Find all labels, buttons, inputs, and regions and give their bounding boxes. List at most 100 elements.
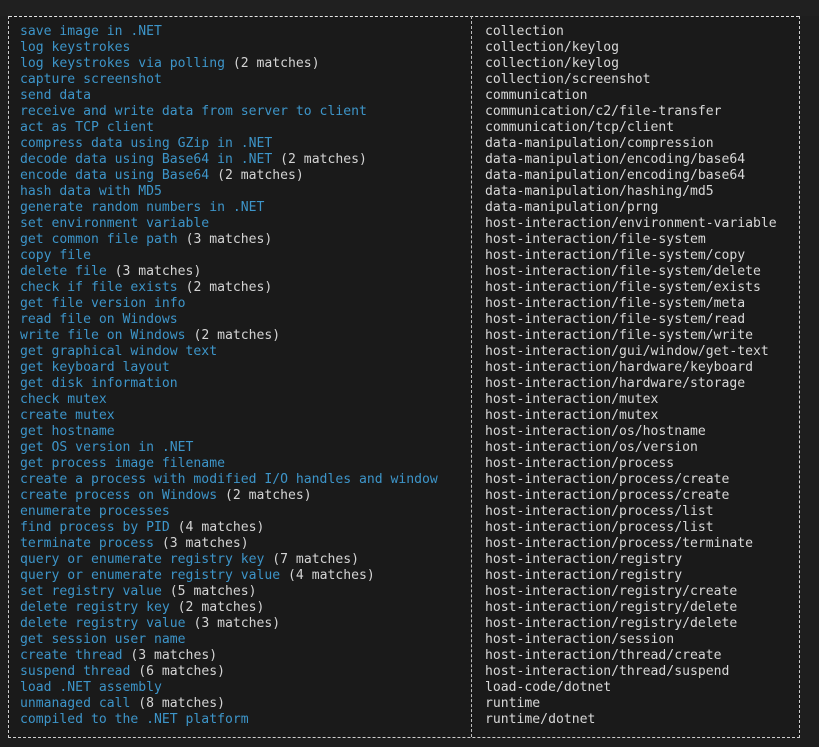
match-count: (2 matches) <box>280 152 367 167</box>
namespace-cell: host-interaction/mutex <box>485 408 659 423</box>
table-row: write file on Windows (2 matches) host-in… <box>9 328 799 344</box>
table-row: capture screenshot collection/screenshot <box>9 72 799 88</box>
capability-cell: log keystrokes <box>20 40 130 56</box>
capability-cell: get graphical window text <box>20 344 217 360</box>
capability-cell: read file on Windows <box>20 312 178 328</box>
capabilities-table: save image in .NET collection log keystrok… <box>8 16 800 738</box>
capability-cell: get hostname <box>20 424 115 440</box>
capability-cell: create process on Windows (2 matches) <box>20 488 312 504</box>
match-count: (3 matches) <box>161 536 249 551</box>
namespace-cell: host-interaction/mutex <box>485 392 659 407</box>
match-count: (7 matches) <box>272 552 359 567</box>
capability-cell: delete registry value (3 matches) <box>20 616 280 632</box>
table-row: terminate process (3 matches) host-intera… <box>9 536 799 552</box>
namespace-cell: runtime/dotnet <box>485 712 596 727</box>
namespace-cell: host-interaction/file-system/exists <box>485 280 761 295</box>
table-row: get OS version in .NET host-interaction/o… <box>9 440 799 456</box>
table-row: copy file host-interaction/file-system/co… <box>9 248 799 264</box>
namespace-cell: load-code/dotnet <box>485 680 612 695</box>
table-row: log keystrokes via polling (2 matches) co… <box>9 56 799 72</box>
match-count: (3 matches) <box>130 648 218 663</box>
capability-name: enumerate processes <box>20 504 170 519</box>
table-row: unmanaged call (8 matches) runtime <box>9 696 799 712</box>
capability-name: read file on Windows <box>20 312 178 327</box>
capability-name: query or enumerate registry value <box>20 568 281 583</box>
capability-name: copy file <box>20 248 91 263</box>
capability-name: get OS version in .NET <box>20 440 194 455</box>
capability-name: write file on Windows <box>20 328 186 343</box>
capability-cell: terminate process (3 matches) <box>20 536 249 552</box>
capability-name: find process by PID <box>20 520 170 535</box>
namespace-cell: host-interaction/hardware/storage <box>485 376 746 391</box>
capability-cell: enumerate processes <box>20 504 170 520</box>
capability-cell: create a process with modified I/O handl… <box>20 472 438 488</box>
capability-cell: get OS version in .NET <box>20 440 193 456</box>
capability-name: check if file exists <box>20 280 178 295</box>
namespace-cell: collection <box>485 24 564 39</box>
namespace-cell: host-interaction/file-system/copy <box>485 248 746 263</box>
table-row: get file version info host-interaction/fi… <box>9 296 799 312</box>
capability-name: log keystrokes via polling <box>20 56 225 71</box>
capability-cell: capture screenshot <box>20 72 162 88</box>
capability-name: create mutex <box>20 408 115 423</box>
capability-rows: save image in .NET collection log keystrok… <box>9 24 799 728</box>
capability-cell: find process by PID (4 matches) <box>20 520 264 536</box>
capability-cell: act as TCP client <box>20 120 154 136</box>
capability-name: get session user name <box>20 632 186 647</box>
namespace-cell: data-manipulation/encoding/base64 <box>485 168 746 183</box>
table-row: delete registry value (3 matches) host-in… <box>9 616 799 632</box>
capability-name: compiled to the .NET platform <box>20 712 249 727</box>
namespace-cell: host-interaction/file-system/read <box>485 312 746 327</box>
capability-name: act as TCP client <box>20 120 155 135</box>
namespace-cell: collection/screenshot <box>485 72 651 87</box>
table-row: delete file (3 matches) host-interaction/… <box>9 264 799 280</box>
table-row: log keystrokes collection/keylog <box>9 40 799 56</box>
table-row: check mutex host-interaction/mutex <box>9 392 799 408</box>
table-row: check if file exists (2 matches) host-int… <box>9 280 799 296</box>
capability-name: delete registry key <box>20 600 170 615</box>
capability-cell: write file on Windows (2 matches) <box>20 328 280 344</box>
namespace-cell: host-interaction/process/create <box>485 488 730 503</box>
namespace-cell: communication/tcp/client <box>485 120 675 135</box>
namespace-cell: host-interaction/process <box>485 456 675 471</box>
table-row: create process on Windows (2 matches) hos… <box>9 488 799 504</box>
capability-name: log keystrokes <box>20 40 131 55</box>
table-top-border <box>9 16 799 17</box>
capability-cell: save image in .NET <box>20 24 162 40</box>
capability-name: receive and write data from server to cl… <box>20 104 367 119</box>
capability-name: delete registry value <box>20 616 186 631</box>
capability-cell: check mutex <box>20 392 107 408</box>
table-row: enumerate processes host-interaction/proc… <box>9 504 799 520</box>
table-row: get hostname host-interaction/os/hostname <box>9 424 799 440</box>
capability-cell: send data <box>20 88 91 104</box>
capability-cell: decode data using Base64 in .NET (2 matc… <box>20 152 367 168</box>
namespace-cell: host-interaction/process/terminate <box>485 536 754 551</box>
capability-name: get keyboard layout <box>20 360 170 375</box>
capability-name: get disk information <box>20 376 178 391</box>
match-count: (2 matches) <box>185 280 273 295</box>
table-row: read file on Windows host-interaction/fil… <box>9 312 799 328</box>
capability-cell: get common file path (3 matches) <box>20 232 272 248</box>
namespace-cell: data-manipulation/encoding/base64 <box>485 152 746 167</box>
namespace-cell: host-interaction/registry <box>485 568 683 583</box>
match-count: (3 matches) <box>185 232 273 247</box>
match-count: (2 matches) <box>224 488 312 503</box>
table-row: suspend thread (6 matches) host-interacti… <box>9 664 799 680</box>
capability-cell: delete file (3 matches) <box>20 264 201 280</box>
capability-cell: suspend thread (6 matches) <box>20 664 225 680</box>
capability-cell: receive and write data from server to cl… <box>20 104 367 120</box>
capability-name: set registry value <box>20 584 162 599</box>
capability-name: create a process with modified I/O handl… <box>20 472 438 487</box>
capability-cell: load .NET assembly <box>20 680 162 696</box>
table-row: act as TCP client communication/tcp/clien… <box>9 120 799 136</box>
match-count: (2 matches) <box>217 168 304 183</box>
capability-name: set environment variable <box>20 216 210 231</box>
capability-cell: get file version info <box>20 296 186 312</box>
table-row: find process by PID (4 matches) host-inte… <box>9 520 799 536</box>
capability-name: hash data with MD5 <box>20 184 162 199</box>
background-strip <box>0 0 819 16</box>
capability-name: get common file path <box>20 232 178 247</box>
match-count: (2 matches) <box>177 600 265 615</box>
table-row: get process image filename host-interacti… <box>9 456 799 472</box>
capability-name: get graphical window text <box>20 344 218 359</box>
